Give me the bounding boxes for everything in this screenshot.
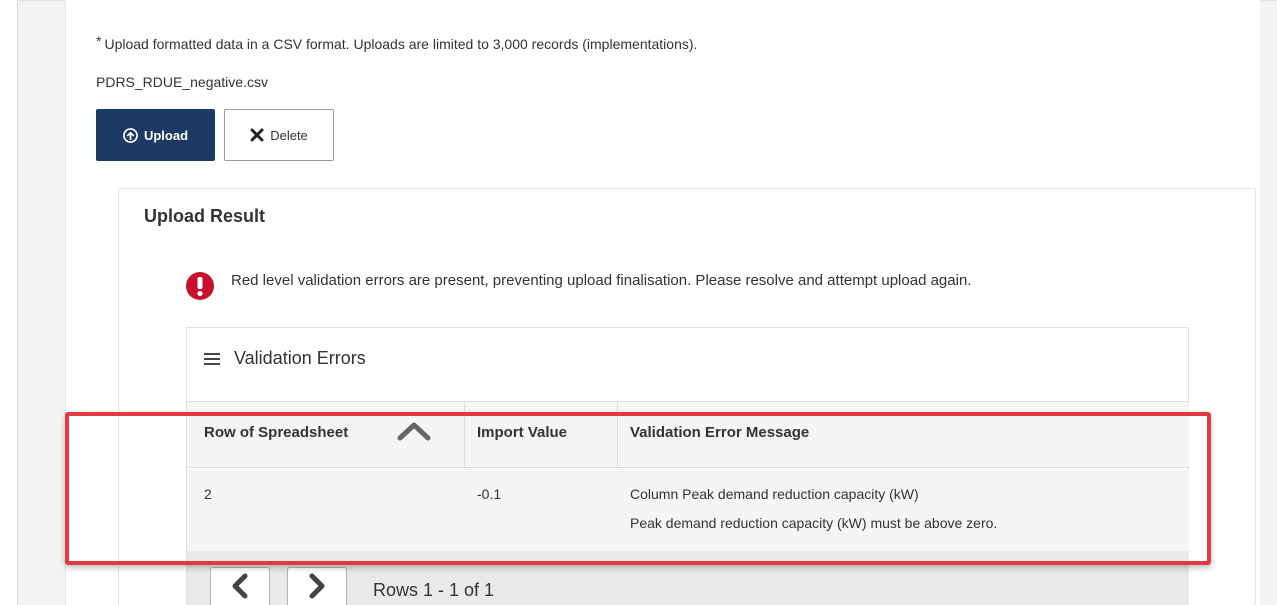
upload-instructions: * Upload formatted data in a CSV format. … xyxy=(96,33,698,52)
upload-button[interactable]: Upload xyxy=(96,109,215,161)
upload-icon xyxy=(123,127,138,143)
sort-ascending-icon[interactable] xyxy=(396,421,432,446)
menu-icon xyxy=(204,352,220,366)
column-header-row[interactable]: Row of Spreadsheet xyxy=(204,424,348,441)
column-divider xyxy=(464,402,465,468)
upload-instructions-text: Upload formatted data in a CSV format. U… xyxy=(104,36,698,52)
table-row[interactable]: 2 -0.1 Column Peak demand reduction capa… xyxy=(187,469,1189,551)
cell-row-number: 2 xyxy=(204,486,212,502)
cell-import-value: -0.1 xyxy=(477,486,502,502)
chevron-left-icon xyxy=(231,573,249,604)
cell-error-message-line2: Peak demand reduction capacity (kW) must… xyxy=(630,515,998,531)
delete-button-label: Delete xyxy=(270,127,308,143)
column-header-error-message[interactable]: Validation Error Message xyxy=(630,424,809,441)
column-divider xyxy=(617,402,618,468)
validation-alert-message: Red level validation errors are present,… xyxy=(231,272,972,289)
pager-summary: Rows 1 - 1 of 1 xyxy=(373,580,495,600)
validation-errors-header[interactable]: Validation Errors xyxy=(204,348,366,369)
next-page-button[interactable] xyxy=(287,567,347,605)
delete-button[interactable]: Delete xyxy=(224,109,334,161)
selected-file-name: PDRS_RDUE_negative.csv xyxy=(96,74,268,90)
exclamation-circle-icon xyxy=(185,271,215,301)
column-header-import-value[interactable]: Import Value xyxy=(477,424,567,441)
validation-errors-title: Validation Errors xyxy=(234,348,366,368)
close-icon xyxy=(250,128,264,142)
upload-result-title: Upload Result xyxy=(144,206,266,226)
previous-page-button[interactable] xyxy=(210,567,270,605)
validation-errors-table: Row of Spreadsheet Import Value Validati… xyxy=(187,401,1189,551)
required-marker: * xyxy=(96,33,102,49)
upload-button-label: Upload xyxy=(143,127,189,143)
cell-error-message-line1: Column Peak demand reduction capacity (k… xyxy=(630,486,919,502)
chevron-right-icon xyxy=(308,573,326,604)
table-header: Row of Spreadsheet Import Value Validati… xyxy=(187,402,1189,468)
